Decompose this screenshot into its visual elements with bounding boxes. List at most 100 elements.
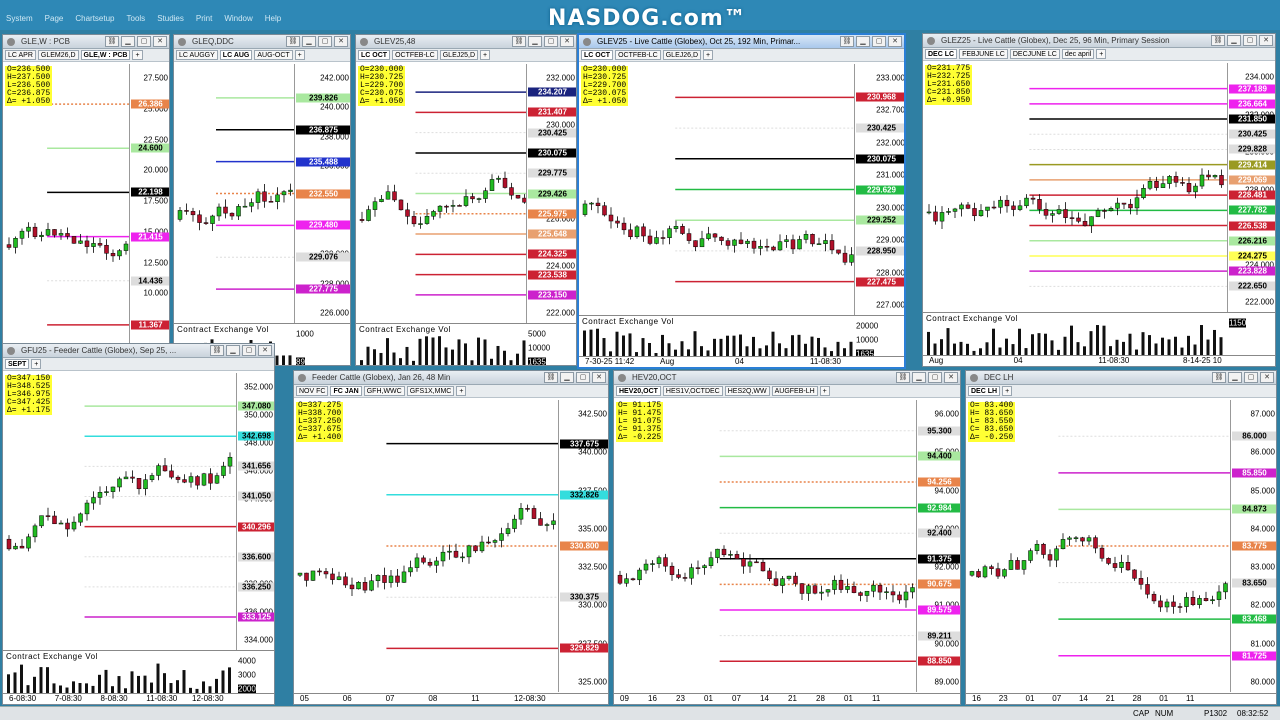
add-tab-button[interactable]: + [31,359,42,369]
window-title-bar[interactable]: GLEQ,DDC ⛓ ▁ ▢ ✕ [174,35,350,49]
chart-tab[interactable]: NOV FC [296,386,329,396]
maximize-button[interactable]: ▢ [318,36,332,47]
price-scale[interactable]: 242.000240.000238.000236.000234.000232.0… [294,64,350,323]
chart-tab[interactable]: OCTFEB-LC [615,50,661,60]
price-plot[interactable]: O= 83.400 H= 83.650 L= 83.550 C= 83.650 Δ= -… [966,400,1230,692]
chart-tab[interactable]: AUG-OCT [254,50,293,60]
maximize-button[interactable]: ▢ [137,36,151,47]
price-plot[interactable]: O=230.000 H=230.725 L=229.700 C=230.075 Δ= +… [356,64,526,323]
chart-tab[interactable]: HES1V,OCTDEC [662,386,723,396]
chart-tab[interactable]: GLEJ25,D [439,50,479,60]
minimize-button[interactable]: ▁ [912,372,926,383]
price-plot[interactable]: O= 91.175 H= 91.475 L= 91.075 C= 91.375 Δ= -… [614,400,916,692]
chart-tab[interactable]: FEBJUNE LC [959,49,1008,59]
minimize-button[interactable]: ▁ [560,372,574,383]
maximize-button[interactable]: ▢ [1244,372,1258,383]
chart-tab[interactable]: LC APR [5,50,36,60]
maximize-button[interactable]: ▢ [242,345,256,356]
menu-item-help[interactable]: Help [265,14,281,23]
menu-item-chartsetup[interactable]: Chartsetup [75,14,114,23]
window-title-bar[interactable]: Feeder Cattle (Globex), Jan 26, 48 Min ⛓ ▁… [294,371,608,385]
link-icon[interactable]: ⛓ [1211,35,1225,46]
minimize-button[interactable]: ▁ [856,36,870,47]
price-scale[interactable]: 27.50025.00022.50020.00017.50015.00012.5… [129,64,169,365]
chart-tab[interactable]: FC JAN [330,386,362,396]
close-button[interactable]: ✕ [592,372,606,383]
price-scale[interactable]: 342.500340.000337.500335.000332.500330.0… [558,400,608,692]
close-button[interactable]: ✕ [1259,35,1273,46]
link-icon[interactable]: ⛓ [286,36,300,47]
price-scale[interactable]: 232.000230.000228.000226.000224.000222.0… [526,64,576,323]
time-axis[interactable]: 16 23 01 07 14 21 28 01 11 [966,693,1276,704]
add-tab-button[interactable]: + [456,386,467,396]
link-icon[interactable]: ⛓ [544,372,558,383]
maximize-button[interactable]: ▢ [872,36,886,47]
window-title-bar[interactable]: GLEV25 - Live Cattle (Globex), Oct 25, 1… [579,35,904,49]
link-icon[interactable]: ⛓ [1212,372,1226,383]
add-tab-button[interactable]: + [480,50,491,60]
price-plot[interactable]: O=236.500 H=237.500 L=236.500 C=236.875 Δ= +… [3,64,129,365]
maximize-button[interactable]: ▢ [1243,35,1257,46]
menu-item-page[interactable]: Page [45,14,64,23]
chart-tab[interactable]: AUGFEB-LH [771,386,818,396]
menu-item-studies[interactable]: Studies [157,14,184,23]
price-plot[interactable]: O=230.000 H=230.725 L=229.700 C=230.075 Δ= +… [579,64,854,315]
window-title-bar[interactable]: GLEZ25 - Live Cattle (Globex), Dec 25, 9… [923,34,1275,48]
link-icon[interactable]: ⛓ [896,372,910,383]
minimize-button[interactable]: ▁ [1227,35,1241,46]
chart-tab[interactable]: GFS1X,MMC [406,386,455,396]
chart-tab[interactable]: DECJUNE LC [1009,49,1060,59]
price-plot[interactable] [174,64,294,323]
chart-tab[interactable]: dec april [1061,49,1095,59]
close-button[interactable]: ✕ [888,36,902,47]
maximize-button[interactable]: ▢ [576,372,590,383]
close-button[interactable]: ✕ [258,345,272,356]
chart-tab[interactable]: HES2Q,WW [724,386,770,396]
chart-tab[interactable]: OCTFEB-LC [392,50,438,60]
chart-tab[interactable]: LC OCT [358,50,391,60]
price-plot[interactable]: O=231.775 H=232.725 L=231.650 C=231.850 Δ= +… [923,63,1227,312]
price-plot[interactable]: O=337.275 H=338.700 L=337.250 C=337.675 Δ= +… [294,400,558,692]
menu-item-window[interactable]: Window [224,14,252,23]
chart-tab[interactable]: DEC LC [925,49,958,59]
chart-tab[interactable]: GFH,WWC [363,386,405,396]
chart-tab[interactable]: LC AUGGY [176,50,218,60]
window-title-bar[interactable]: DEC LH ⛓ ▁ ▢ ✕ [966,371,1276,385]
window-title-bar[interactable]: GFU25 - Feeder Cattle (Globex), Sep 25, … [3,344,274,358]
add-tab-button[interactable]: + [1002,386,1013,396]
volume-pane[interactable]: Contract Exchange Vol 1150 [923,312,1275,355]
time-axis[interactable]: 09 16 23 01 07 14 21 28 01 11 [614,693,960,704]
volume-pane[interactable]: Contract Exchange Vol 5000 10000 1635 [356,323,576,365]
add-tab-button[interactable]: + [819,386,830,396]
chart-tab[interactable]: DEC LH [968,386,1001,396]
link-icon[interactable]: ⛓ [105,36,119,47]
minimize-button[interactable]: ▁ [1228,372,1242,383]
add-tab-button[interactable]: + [703,50,714,60]
volume-pane[interactable]: Contract Exchange Vol 4000 3000 2000 [3,650,274,694]
minimize-button[interactable]: ▁ [528,36,542,47]
link-icon[interactable]: ⛓ [512,36,526,47]
window-title-bar[interactable]: HEV20,OCT ⛓ ▁ ▢ ✕ [614,371,960,385]
price-plot[interactable]: O=347.150 H=348.525 L=346.975 C=347.425 Δ= +… [3,373,236,650]
time-axis[interactable]: 7-30-25 11:42 Aug 04 11-08:30 [579,356,904,367]
minimize-button[interactable]: ▁ [121,36,135,47]
price-scale[interactable]: 87.000 86.000 85.000 84.000 83.000 82.000 81.0… [1230,400,1276,692]
add-tab-button[interactable]: + [1096,49,1107,59]
close-button[interactable]: ✕ [560,36,574,47]
chart-tab[interactable]: GLEM26,D [37,50,79,60]
link-icon[interactable]: ⛓ [210,345,224,356]
menu-item-system[interactable]: System [6,14,33,23]
maximize-button[interactable]: ▢ [928,372,942,383]
close-button[interactable]: ✕ [944,372,958,383]
window-title-bar[interactable]: GLEV25,48 ⛓ ▁ ▢ ✕ [356,35,576,49]
chart-tab[interactable]: HEV20,OCT [616,386,661,396]
link-icon[interactable]: ⛓ [840,36,854,47]
close-button[interactable]: ✕ [334,36,348,47]
menu-item-tools[interactable]: Tools [127,14,146,23]
menu-item-print[interactable]: Print [196,14,212,23]
minimize-button[interactable]: ▁ [226,345,240,356]
chart-tab[interactable]: SEPT [5,359,30,369]
add-tab-button[interactable]: + [294,50,305,60]
close-button[interactable]: ✕ [1260,372,1274,383]
add-tab-button[interactable]: + [132,50,143,60]
